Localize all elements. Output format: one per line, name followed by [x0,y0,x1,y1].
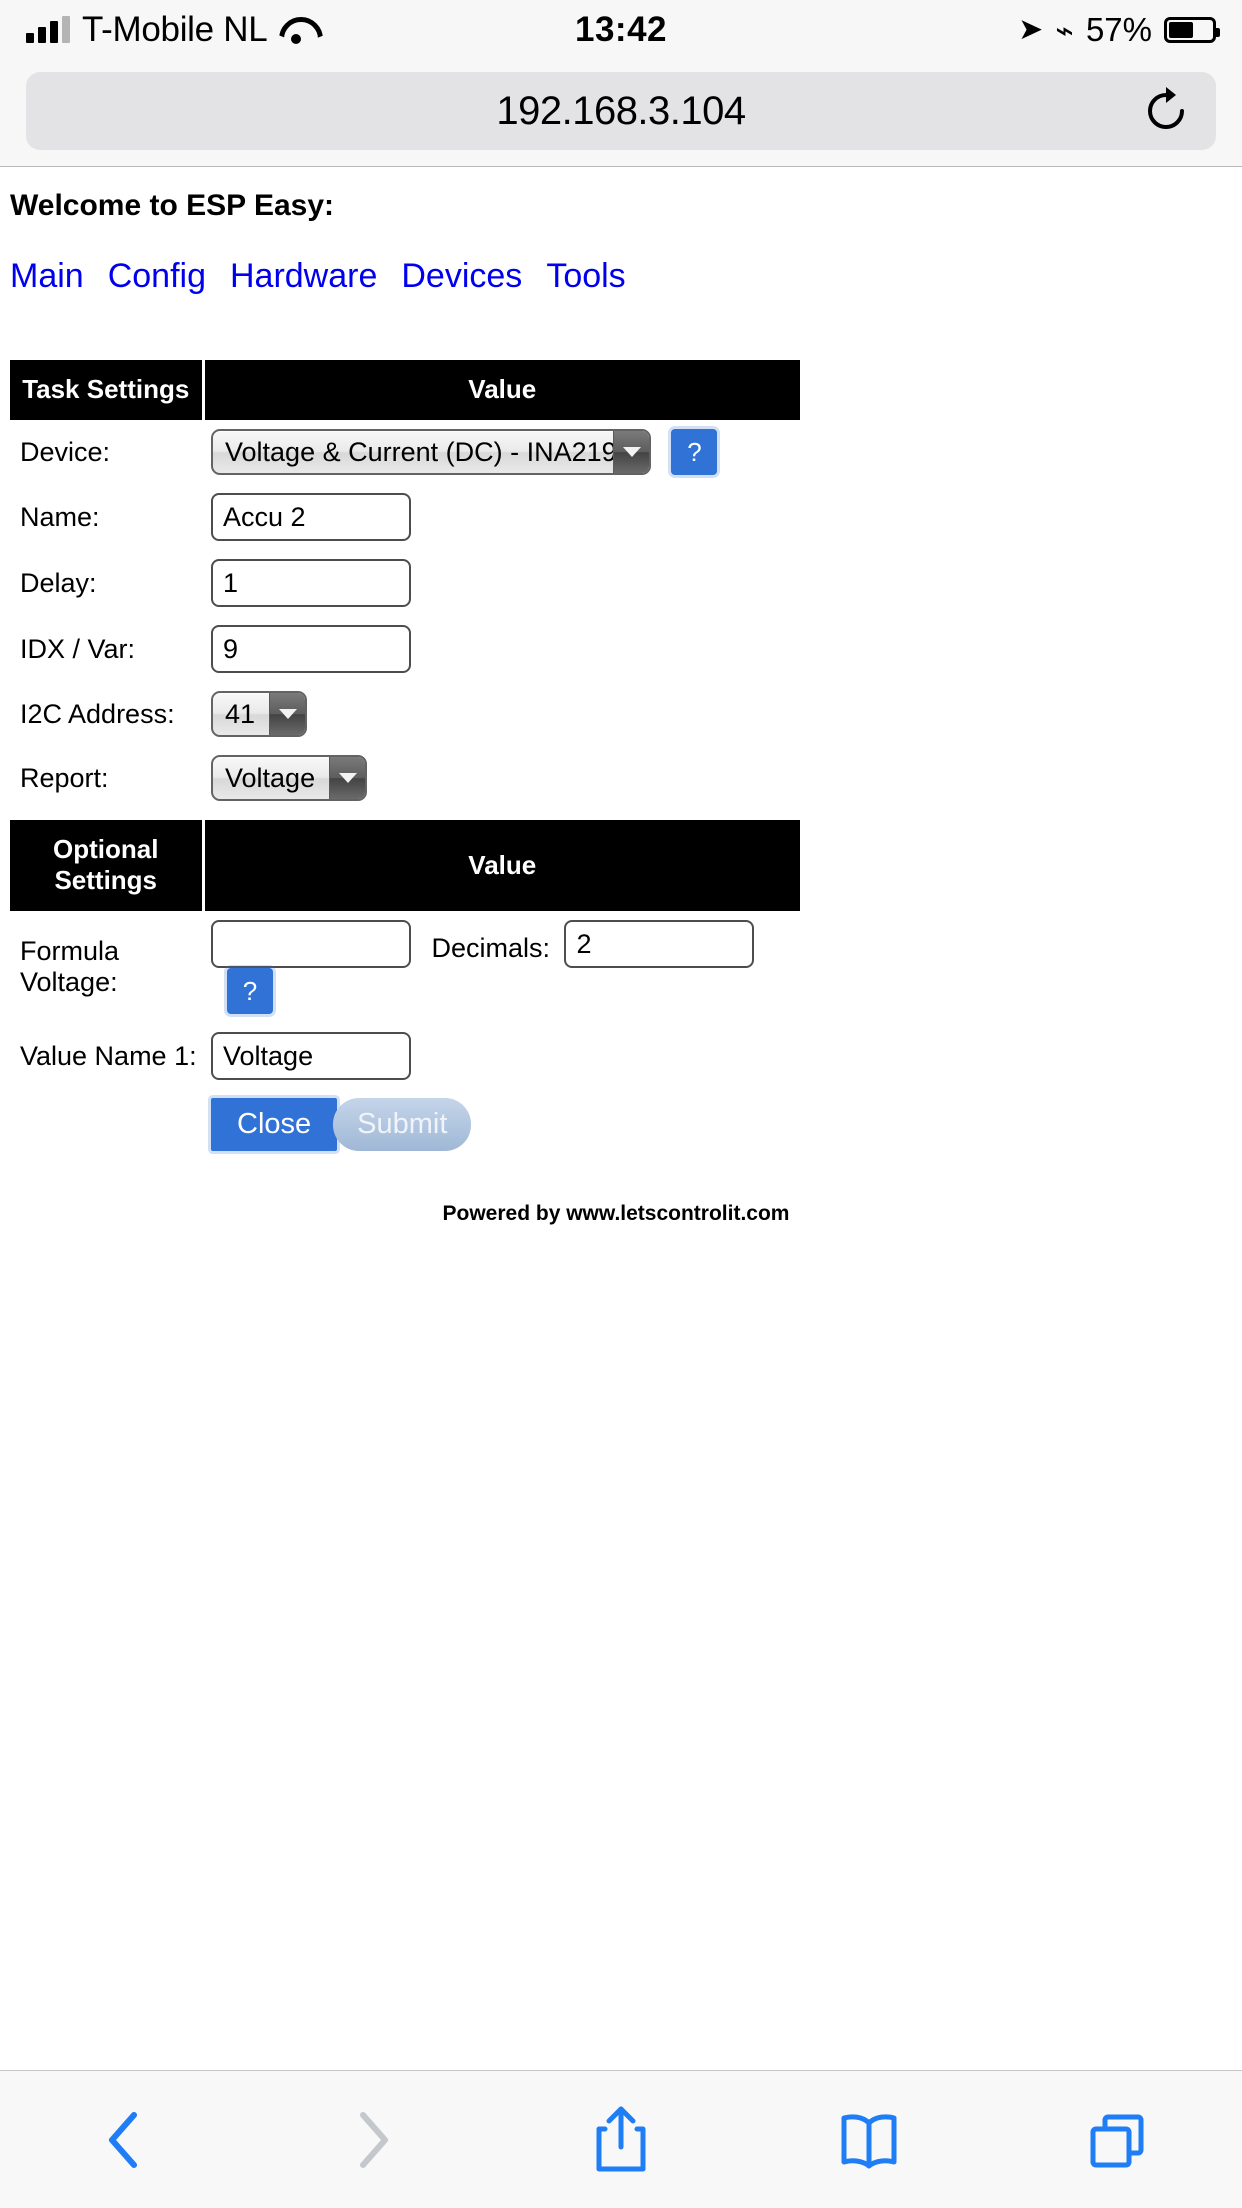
name-row: Name: [10,484,800,550]
device-row: Device: Voltage & Current (DC) - INA219 … [10,420,800,484]
name-value-cell [203,484,800,550]
browser-bottom-toolbar [0,2070,1242,2208]
value-name-1-label: Value Name 1: [20,1040,197,1071]
device-value-cell: Voltage & Current (DC) - INA219 ? [203,420,800,484]
decimals-input[interactable] [564,920,755,968]
page-footer: Powered by www.letscontrolit.com [442,1202,790,1225]
battery-icon [1164,17,1220,43]
forward-button[interactable] [248,2071,496,2208]
share-button[interactable] [497,2071,745,2208]
i2c-address-select[interactable]: 41 [211,691,308,737]
optional-settings-header-label: Optional Settings [10,820,205,911]
i2c-row: I2C Address: 41 [10,682,800,746]
delay-input[interactable] [211,559,411,607]
tabs-icon [1087,2109,1149,2171]
value-name-1-row: Value Name 1: [10,1023,800,1089]
formula-voltage-input[interactable] [211,920,411,968]
name-label: Name: [20,501,100,532]
device-select-value: Voltage & Current (DC) - INA219 [225,436,613,467]
nav-link-tools[interactable]: Tools [546,257,625,296]
i2c-address-select-value: 41 [225,698,256,729]
name-input[interactable] [211,493,411,541]
actions-row: Close Submit [10,1089,800,1160]
optional-settings-header-row: Optional Settings Value [10,820,800,911]
idx-label: IDX / Var: [20,633,136,664]
optional-settings-value-header: Value [203,820,800,911]
device-label: Device: [20,436,111,467]
esp-easy-page: Welcome to ESP Easy: Main Config Hardwar… [0,167,1242,1226]
actions-cell: Close Submit [203,1089,800,1160]
chevron-down-icon [269,693,306,735]
formula-voltage-value-cell: Decimals: ? [203,911,800,1023]
value-name-1-value-cell [203,1023,800,1089]
decimals-label: Decimals: [431,932,550,963]
task-settings-value-header: Value [203,360,800,420]
i2c-value-cell: 41 [203,682,800,746]
delay-label: Delay: [20,567,97,598]
close-button[interactable]: Close [211,1098,338,1151]
bookmarks-button[interactable] [745,2071,993,2208]
optional-settings-table: Optional Settings Value Formula Voltage:… [10,820,800,1160]
status-bar-clock: 13:42 [574,10,668,49]
status-bar: T-Mobile NL 13:42 ➤ ⌁ 57% [0,0,1242,60]
formula-voltage-label: Formula Voltage: [20,936,120,997]
task-settings-header-row: Task Settings Value [10,360,800,420]
report-select-value: Voltage [225,762,316,793]
chevron-right-icon [351,2109,395,2171]
browser-url-bar-container: 192.168.3.104 [0,60,1242,167]
actions-spacer [10,1089,203,1160]
main-navigation: Main Config Hardware Devices Tools [0,257,1242,296]
idx-input[interactable] [211,625,411,673]
formula-help-button[interactable]: ? [227,968,273,1014]
location-arrow-icon: ➤ [1018,13,1044,46]
reload-icon[interactable] [1144,87,1188,135]
url-bar[interactable]: 192.168.3.104 [26,72,1216,150]
report-value-cell: Voltage [203,746,800,810]
task-settings-header-label: Task Settings [10,360,205,420]
nav-link-main[interactable]: Main [10,257,84,296]
chevron-down-icon [613,431,649,473]
idx-row: IDX / Var: [10,616,800,682]
task-settings-table: Task Settings Value Device: Voltage & Cu… [10,360,800,810]
chevron-down-icon [329,757,366,799]
book-icon [838,2109,900,2171]
delay-value-cell [203,550,800,616]
url-text: 192.168.3.104 [496,88,746,133]
formula-voltage-row: Formula Voltage: Decimals: ? [10,911,800,1023]
nav-link-hardware[interactable]: Hardware [230,257,377,296]
report-select[interactable]: Voltage [211,755,368,801]
page-title: Welcome to ESP Easy: [10,189,335,222]
report-label: Report: [20,762,109,793]
share-icon [593,2105,649,2175]
chevron-left-icon [102,2109,146,2171]
tabs-button[interactable] [994,2071,1242,2208]
delay-row: Delay: [10,550,800,616]
device-help-button[interactable]: ? [671,429,718,475]
idx-value-cell [203,616,800,682]
nav-link-devices[interactable]: Devices [401,257,522,296]
back-button[interactable] [0,2071,248,2208]
report-row: Report: Voltage [10,746,800,810]
device-select[interactable]: Voltage & Current (DC) - INA219 [211,429,651,475]
value-name-1-input[interactable] [211,1032,411,1080]
submit-button[interactable]: Submit [333,1098,472,1151]
i2c-label: I2C Address: [20,698,175,729]
nav-link-config[interactable]: Config [108,257,206,296]
